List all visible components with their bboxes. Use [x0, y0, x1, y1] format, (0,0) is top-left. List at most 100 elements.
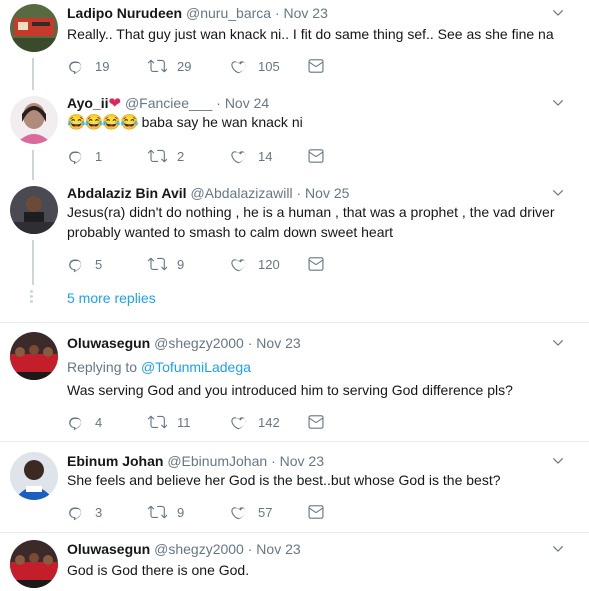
retweet-icon	[147, 413, 167, 431]
thread-dots	[30, 290, 33, 305]
reply-button[interactable]: 19	[67, 56, 109, 76]
user-handle[interactable]: @shegzy2000	[154, 541, 244, 557]
divider	[0, 322, 589, 323]
avatar[interactable]	[10, 186, 58, 234]
avatar[interactable]	[10, 540, 58, 588]
mention-link[interactable]: @TofunmiLadega	[141, 359, 251, 375]
user-name[interactable]: Oluwasegun	[67, 541, 150, 557]
tweet-header: Abdalaziz Bin Avil @Abdalazizawill · Nov…	[67, 184, 349, 202]
chevron-down-icon[interactable]	[551, 542, 565, 556]
tweet-header: Oluwasegun @shegzy2000 · Nov 23	[67, 540, 301, 558]
reply-icon	[67, 57, 85, 75]
heart-emoji-icon: ❤	[108, 95, 122, 112]
user-handle[interactable]: @nuru_barca	[186, 5, 271, 21]
tweet-text: Was serving God and you introduced him t…	[67, 382, 513, 398]
retweet-icon	[147, 503, 167, 521]
timestamp[interactable]: Nov 25	[305, 185, 349, 201]
reply-icon	[67, 255, 85, 273]
chevron-down-icon[interactable]	[551, 96, 565, 110]
chevron-down-icon[interactable]	[551, 6, 565, 20]
separator: ·	[271, 453, 276, 469]
like-button[interactable]: 120	[230, 254, 280, 274]
avatar[interactable]	[10, 96, 58, 144]
retweet-button[interactable]: 2	[147, 146, 184, 166]
message-button[interactable]	[307, 412, 325, 432]
message-button[interactable]	[307, 502, 325, 522]
reply-icon	[67, 413, 85, 431]
tweet-text-line: Jesus(ra) didn't do nothing , he is a hu…	[67, 204, 555, 220]
user-handle[interactable]: @Fanciee___	[125, 95, 212, 111]
reply-count: 5	[95, 256, 103, 272]
retweet-count: 9	[177, 504, 185, 520]
like-count: 120	[258, 256, 280, 272]
avatar[interactable]	[10, 452, 58, 500]
user-handle[interactable]: @shegzy2000	[154, 335, 244, 351]
separator: ·	[274, 5, 280, 21]
like-count: 105	[258, 58, 280, 74]
message-button[interactable]	[307, 146, 325, 166]
like-button[interactable]: 14	[230, 146, 272, 166]
retweet-button[interactable]: 9	[147, 254, 184, 274]
tweet-header: Ebinum Johan @EbinumJohan · Nov 23	[67, 452, 324, 470]
tweet[interactable]: Ayo_ii❤ @Fanciee___ · Nov 24 😂😂😂😂 baba s…	[0, 90, 589, 180]
tweet-text: Jesus(ra) didn't do nothing , he is a hu…	[67, 202, 567, 242]
more-replies-link[interactable]: 5 more replies	[67, 290, 156, 306]
timestamp[interactable]: Nov 24	[225, 95, 269, 111]
reply-button[interactable]: 1	[67, 146, 102, 166]
timestamp[interactable]: Nov 23	[284, 5, 328, 21]
separator: ·	[247, 335, 253, 351]
retweet-icon	[147, 255, 167, 273]
user-name[interactable]: Ebinum Johan	[67, 453, 163, 469]
reply-count: 3	[95, 504, 103, 520]
message-button[interactable]	[307, 254, 325, 274]
retweet-button[interactable]: 29	[147, 56, 191, 76]
heart-icon	[230, 57, 248, 75]
envelope-icon	[307, 503, 325, 521]
reply-button[interactable]: 4	[67, 412, 102, 432]
reply-count: 4	[95, 414, 103, 430]
tweet[interactable]: Oluwasegun @shegzy2000 · Nov 23 Replying…	[0, 332, 589, 440]
user-handle[interactable]: @Abdalazizawill	[190, 185, 292, 201]
timestamp[interactable]: Nov 23	[256, 541, 300, 557]
avatar[interactable]	[10, 4, 58, 52]
like-button[interactable]: 57	[230, 502, 272, 522]
user-handle[interactable]: @EbinumJohan	[167, 453, 267, 469]
heart-icon	[230, 503, 248, 521]
replying-prefix: Replying to	[67, 359, 138, 375]
chevron-down-icon[interactable]	[551, 186, 565, 200]
retweet-count: 29	[177, 58, 192, 74]
tweet-text-line: probably wanted to smash to calm down sw…	[67, 224, 394, 240]
tweet-text-row: 😂😂😂😂 baba say he wan knack ni	[67, 112, 567, 133]
tweet-text: God is God there is one God.	[67, 562, 250, 578]
like-button[interactable]: 105	[230, 56, 280, 76]
retweet-button[interactable]: 9	[147, 502, 184, 522]
retweet-count: 9	[177, 256, 185, 272]
user-name[interactable]: Oluwasegun	[67, 335, 150, 351]
timestamp[interactable]: Nov 23	[256, 335, 300, 351]
tweet[interactable]: Abdalaziz Bin Avil @Abdalazizawill · Nov…	[0, 180, 589, 280]
tweet-header: Ayo_ii❤ @Fanciee___ · Nov 24	[67, 94, 269, 113]
heart-icon	[230, 147, 248, 165]
like-button[interactable]: 142	[230, 412, 280, 432]
user-name[interactable]: Ladipo Nurudeen	[67, 5, 182, 21]
message-button[interactable]	[307, 56, 325, 76]
like-count: 142	[258, 414, 280, 430]
reply-button[interactable]: 3	[67, 502, 102, 522]
reply-icon	[67, 147, 85, 165]
divider	[0, 441, 589, 442]
heart-icon	[230, 255, 248, 273]
user-name[interactable]: Abdalaziz Bin Avil	[67, 185, 187, 201]
avatar[interactable]	[10, 332, 58, 380]
tweet[interactable]: Oluwasegun @shegzy2000 · Nov 23 God is G…	[0, 540, 589, 591]
reply-icon	[67, 503, 85, 521]
retweet-button[interactable]: 11	[147, 412, 191, 432]
reply-button[interactable]: 5	[67, 254, 102, 274]
tweet[interactable]: Ebinum Johan @EbinumJohan · Nov 23 She f…	[0, 448, 589, 532]
chevron-down-icon[interactable]	[551, 454, 565, 468]
tweet[interactable]: Ladipo Nurudeen @nuru_barca · Nov 23 Rea…	[0, 0, 589, 88]
tweet-text: She feels and believe her God is the bes…	[67, 472, 501, 488]
chevron-down-icon[interactable]	[551, 336, 565, 350]
timestamp[interactable]: Nov 23	[280, 453, 324, 469]
user-name[interactable]: Ayo_ii	[67, 95, 109, 111]
tweet-text: baba say he wan knack ni	[141, 114, 303, 130]
